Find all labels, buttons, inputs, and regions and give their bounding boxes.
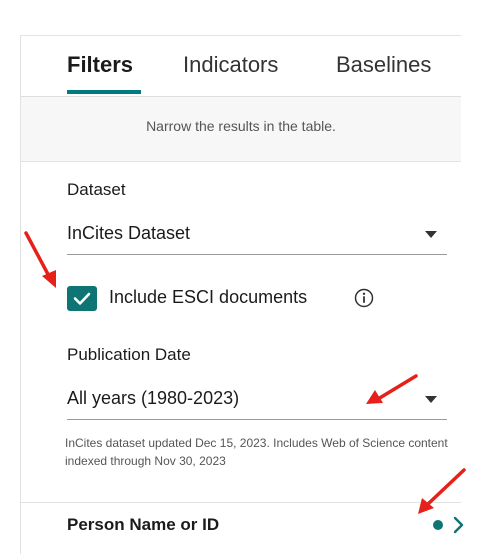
status-dot [433, 520, 443, 530]
dataset-update-note: InCites dataset updated Dec 15, 2023. In… [65, 436, 448, 468]
filters-panel: Filters Indicators Baselines Narrow the … [20, 35, 464, 554]
esci-checkbox[interactable] [67, 286, 97, 311]
tab-bar: Filters Indicators Baselines [21, 36, 461, 97]
tab-filters[interactable]: Filters [67, 52, 133, 78]
caret-down-icon [425, 396, 437, 403]
check-icon [73, 292, 91, 305]
person-name-filter-row[interactable]: Person Name or ID [21, 503, 464, 554]
active-tab-indicator [67, 90, 141, 94]
publication-date-label: Publication Date [67, 345, 191, 364]
tab-baselines[interactable]: Baselines [336, 52, 431, 78]
chevron-right-icon [453, 516, 464, 534]
dataset-label: Dataset [67, 180, 126, 199]
tab-indicators[interactable]: Indicators [183, 52, 278, 78]
hint-text: Narrow the results in the table. [146, 118, 336, 134]
dataset-select[interactable]: InCites Dataset [67, 214, 447, 255]
screenshot-stage: Filters Indicators Baselines Narrow the … [0, 0, 489, 554]
cropped-text-fragment [300, 0, 460, 8]
caret-down-icon [425, 231, 437, 238]
esci-label: Include ESCI documents [109, 287, 308, 307]
publication-date-value: All years (1980-2023) [67, 388, 240, 408]
dataset-value: InCites Dataset [67, 223, 191, 243]
hint-bar: Narrow the results in the table. [21, 97, 461, 162]
publication-date-select[interactable]: All years (1980-2023) [67, 379, 447, 420]
info-icon[interactable] [354, 288, 374, 308]
person-filter-label: Person Name or ID [67, 515, 220, 534]
